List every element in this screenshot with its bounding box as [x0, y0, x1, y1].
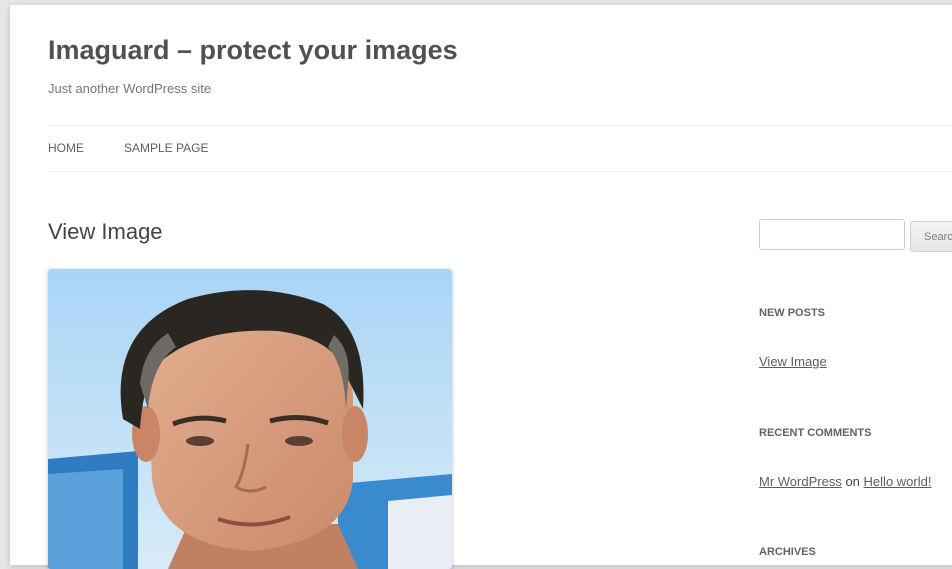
site-title[interactable]: Imaguard – protect your images [48, 35, 458, 66]
comment-connector: on [845, 474, 860, 489]
widget-title-recent-comments: Recent Comments [759, 427, 872, 439]
comment-post-link[interactable]: Hello world! [864, 474, 932, 489]
site-description: Just another WordPress site [48, 81, 212, 96]
search-input[interactable] [759, 219, 905, 250]
search-button[interactable]: Search [910, 221, 952, 252]
nav-item-home[interactable]: Home [48, 141, 84, 155]
comment-author-link[interactable]: Mr WordPress [759, 474, 842, 489]
recent-comment-item: Mr WordPress on Hello world! [759, 474, 931, 489]
main-navigation: Home Sample Page [48, 125, 952, 172]
page-container: Imaguard – protect your images Just anot… [10, 5, 952, 569]
new-posts-list: View Image [759, 354, 827, 369]
new-post-link[interactable]: View Image [759, 354, 827, 369]
portrait-photo [48, 269, 452, 569]
widget-title-archives: Archives [759, 546, 816, 558]
post-image [48, 269, 452, 569]
widget-title-new-posts: New Posts [759, 307, 826, 319]
nav-item-sample-page[interactable]: Sample Page [124, 141, 208, 155]
post-title: View Image [48, 219, 163, 244]
